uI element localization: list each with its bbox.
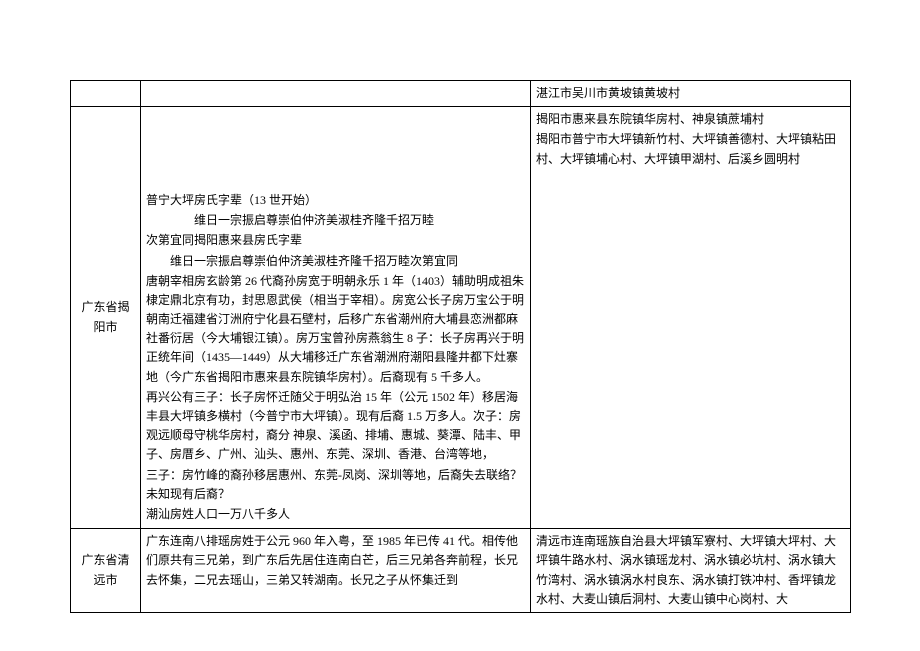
table-row: 广东省清远市 广东连南八排瑶房姓于公元 960 年入粤，至 1985 年已传 4… [71,529,851,613]
cell-description: 普宁大坪房氏字辈（13 世开始）维日一宗振启尊崇伯仲济美淑桂齐隆千招万睦次第宜同… [141,107,531,529]
cell-region [71,81,141,107]
cell-region: 广东省揭阳市 [71,107,141,529]
text-line: 再兴公有三子：长子房怀迁随父于明弘治 15 年（公元 1502 年）移居海丰县大… [146,388,525,465]
text-line: 潮汕房姓人口一万八千多人 [146,505,525,524]
text-line: 唐朝宰相房玄龄第 26 代裔孙房宽于明朝永乐 1 年（1403）辅助明成祖朱棣定… [146,272,525,387]
text-line: 三子：房竹峰的裔孙移居惠州、东莞-凤岗、深圳等地，后裔失去联络？未知现有后裔？ [146,466,525,504]
text-line: 次第宜同揭阳惠来县房氏字辈 [146,231,525,250]
cell-locations: 揭阳市惠来县东院镇华房村、神泉镇蔗埔村揭阳市普宁市大坪镇新竹村、大坪镇善德村、大… [531,107,851,529]
cell-locations: 湛江市吴川市黄坡镇黄坡村 [531,81,851,107]
text-line [146,110,525,129]
text-line: 维日一宗振启尊崇伯仲济美淑桂齐隆千招万睦 [146,211,525,230]
text-line [146,171,525,190]
text-line: 普宁大坪房氏字辈（13 世开始） [146,191,525,210]
cell-region: 广东省清远市 [71,529,141,613]
genealogy-table: 湛江市吴川市黄坡镇黄坡村 广东省揭阳市 普宁大坪房氏字辈（13 世开始）维日一宗… [70,80,851,613]
text-line: 揭阳市惠来县东院镇华房村、神泉镇蔗埔村 [536,110,845,129]
text-line [146,130,525,149]
text-line: 揭阳市普宁市大坪镇新竹村、大坪镇善德村、大坪镇粘田村、大坪镇埔心村、大坪镇甲湖村… [536,130,845,168]
text-line: 维日一宗振启尊崇伯仲济美淑桂齐隆千招万睦次第宜同 [146,252,525,271]
table-row: 湛江市吴川市黄坡镇黄坡村 [71,81,851,107]
cell-description [141,81,531,107]
cell-locations: 清远市连南瑶族自治县大坪镇军寮村、大坪镇大坪村、大坪镇牛路水村、涡水镇瑶龙村、涡… [531,529,851,613]
table-row: 广东省揭阳市 普宁大坪房氏字辈（13 世开始）维日一宗振启尊崇伯仲济美淑桂齐隆千… [71,107,851,529]
cell-description: 广东连南八排瑶房姓于公元 960 年入粤，至 1985 年已传 41 代。相传他… [141,529,531,613]
text-line [146,151,525,170]
